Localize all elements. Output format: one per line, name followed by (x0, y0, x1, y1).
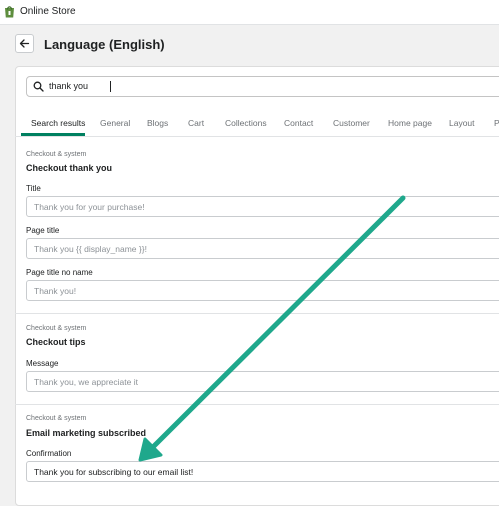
search-value: thank you (49, 81, 89, 91)
shopify-logo-icon (5, 6, 14, 18)
section-divider (15, 313, 499, 314)
field-label: Message (26, 359, 59, 368)
tab-customer[interactable]: Customer (333, 118, 370, 128)
field-label: Confirmation (26, 449, 72, 458)
section-category: Checkout & system (26, 415, 87, 422)
field-placeholder: Thank you {{ display_name }}! (34, 244, 147, 254)
text-caret (110, 81, 111, 92)
field-placeholder: Thank you for your purchase! (34, 202, 145, 212)
title-field[interactable]: Thank you for your purchase! (26, 196, 499, 217)
message-field[interactable]: Thank you, we appreciate it (26, 371, 499, 392)
arrow-left-icon (19, 39, 30, 48)
section-divider (15, 404, 499, 405)
field-value: Thank you for subscribing to our email l… (34, 467, 194, 477)
search-icon (33, 81, 44, 92)
back-button[interactable] (15, 34, 34, 53)
tab-collections[interactable]: Collections (225, 118, 267, 128)
field-label: Page title no name (26, 268, 93, 277)
tab-cart[interactable]: Cart (188, 118, 204, 128)
top-bar: Online Store (0, 0, 499, 25)
field-label: Page title (26, 226, 60, 235)
section-category: Checkout & system (26, 151, 87, 158)
tab-contact[interactable]: Contact (284, 118, 313, 128)
field-label: Title (26, 184, 41, 193)
tab-pages[interactable]: P (494, 118, 499, 128)
active-tab-indicator (21, 133, 85, 136)
page-title-no-name-field[interactable]: Thank you! (26, 280, 499, 301)
tab-home-page[interactable]: Home page (388, 118, 432, 128)
tab-layout[interactable]: Layout (449, 118, 475, 128)
tab-blogs[interactable]: Blogs (147, 118, 168, 128)
page-title: Language (English) (44, 37, 165, 52)
field-placeholder: Thank you! (34, 286, 77, 296)
confirmation-field[interactable]: Thank you for subscribing to our email l… (26, 461, 499, 482)
tab-general[interactable]: General (100, 118, 130, 128)
page-title-field[interactable]: Thank you {{ display_name }}! (26, 238, 499, 259)
field-placeholder: Thank you, we appreciate it (34, 377, 138, 387)
tab-search-results[interactable]: Search results (31, 118, 85, 128)
section-title: Email marketing subscribed (26, 428, 147, 438)
app-title: Online Store (20, 6, 76, 17)
section-title: Checkout thank you (26, 163, 113, 173)
section-category: Checkout & system (26, 325, 87, 332)
search-input[interactable]: thank you (26, 76, 499, 97)
section-title: Checkout tips (26, 337, 86, 347)
